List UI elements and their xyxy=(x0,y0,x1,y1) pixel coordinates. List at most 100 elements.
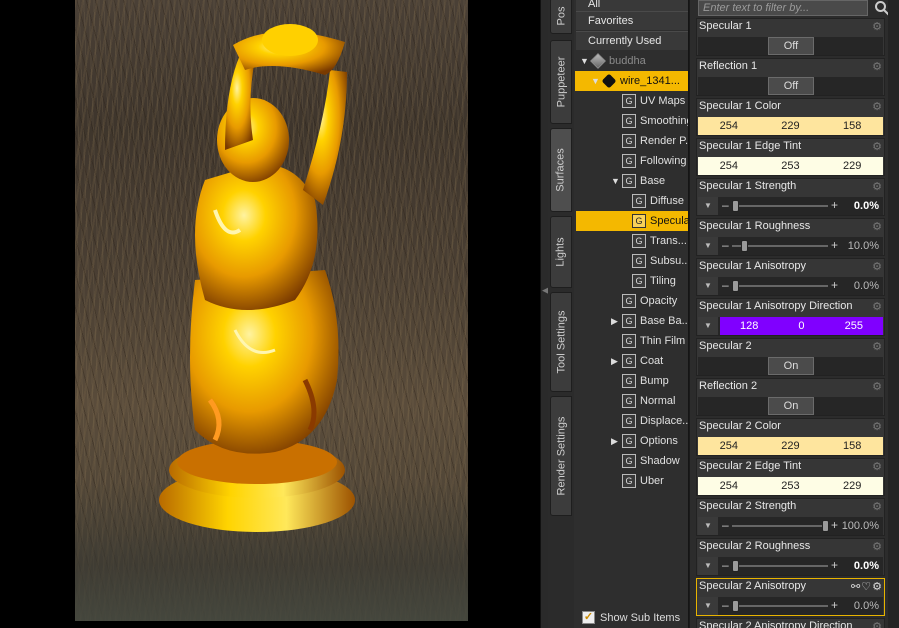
property-specular-1-edge-tint[interactable]: Specular 1 Edge Tint ⚙ 254 253 229 xyxy=(696,138,885,176)
decrement-icon[interactable]: – xyxy=(722,277,729,294)
gear-icon[interactable]: ⚙ xyxy=(871,501,883,513)
increment-icon[interactable]: + xyxy=(831,557,838,574)
tree-item[interactable]: ▶ G Options xyxy=(576,431,688,451)
show-sub-items-checkbox[interactable]: ✓ xyxy=(582,611,595,624)
property-specular-2-anisotropy[interactable]: Specular 2 Anisotropy ⚯♡⚙ ▼ – +0.0% xyxy=(696,578,885,616)
tree-item[interactable]: G UV Maps xyxy=(576,91,688,111)
tree-item[interactable]: G Render P... xyxy=(576,131,688,151)
property-control[interactable]: ▼ – +0.0% xyxy=(698,557,883,575)
property-control[interactable]: ▼ – +0.0% xyxy=(698,597,883,615)
tab-puppeteer[interactable]: Puppeteer xyxy=(550,40,572,124)
slider-track[interactable] xyxy=(732,205,828,207)
tree-item[interactable]: G Subsu... xyxy=(576,251,688,271)
slider-track[interactable] xyxy=(732,285,828,287)
slider-track[interactable] xyxy=(732,525,828,527)
dropdown-arrow-icon[interactable]: ▼ xyxy=(698,237,718,255)
property-specular-1-anisotropy[interactable]: Specular 1 Anisotropy ⚙ ▼ – +0.0% xyxy=(696,258,885,296)
slider-value[interactable]: 100.0% xyxy=(842,517,879,535)
property-control[interactable]: 254 253 229 xyxy=(698,157,883,175)
gear-icon[interactable]: ⚙ xyxy=(871,341,883,353)
show-sub-items-option[interactable]: ✓ Show Sub Items xyxy=(576,608,688,628)
property-specular-2-anisotropy-direction[interactable]: Specular 2 Anisotropy Direction ⚙ xyxy=(696,618,885,628)
property-specular-1[interactable]: Specular 1 ⚙ Off xyxy=(696,18,885,56)
gear-icon[interactable]: ⚙ xyxy=(871,301,883,313)
slider-value[interactable]: 0.0% xyxy=(854,197,879,215)
dropdown-arrow-icon[interactable]: ▼ xyxy=(698,197,718,215)
property-control[interactable]: 254 229 158 xyxy=(698,437,883,455)
slider-knob[interactable] xyxy=(732,560,739,572)
tree-item[interactable]: G Displace... xyxy=(576,411,688,431)
properties-scrollbar[interactable] xyxy=(888,0,899,628)
tab-render-settings[interactable]: Render Settings xyxy=(550,396,572,516)
collapsed-triangle-icon[interactable]: ▶ xyxy=(611,351,618,371)
property-control[interactable]: Off xyxy=(698,77,883,95)
property-reflection-2[interactable]: Reflection 2 ⚙ On xyxy=(696,378,885,416)
property-control[interactable]: 254 253 229 xyxy=(698,477,883,495)
gear-icon[interactable]: ⚙ xyxy=(871,61,883,73)
gear-icon[interactable]: ⚙ xyxy=(871,461,883,473)
tab-tool-settings[interactable]: Tool Settings xyxy=(550,292,572,392)
property-specular-2-strength[interactable]: Specular 2 Strength ⚙ ▼ – +100.0% xyxy=(696,498,885,536)
tree-item[interactable]: G Following xyxy=(576,151,688,171)
tree-item[interactable]: G Specular xyxy=(576,211,688,231)
property-specular-1-roughness[interactable]: Specular 1 Roughness ⚙ ▼ – +10.0% xyxy=(696,218,885,256)
gear-icon[interactable]: ⚙ xyxy=(871,141,883,153)
slider-knob[interactable] xyxy=(732,600,739,612)
property-control[interactable]: ▼ – +100.0% xyxy=(698,517,883,535)
slider-knob[interactable] xyxy=(732,280,739,292)
property-specular-1-color[interactable]: Specular 1 Color ⚙ 254 229 158 xyxy=(696,98,885,136)
property-control[interactable]: On xyxy=(698,397,883,415)
favorite-heart-icon[interactable]: ♡ xyxy=(861,581,872,593)
dropdown-arrow-icon[interactable]: ▼ xyxy=(698,517,718,535)
collapsed-triangle-icon[interactable]: ▶ xyxy=(611,311,618,331)
slider-knob[interactable] xyxy=(822,520,829,532)
increment-icon[interactable]: + xyxy=(831,237,838,254)
tree-item[interactable]: G Diffuse xyxy=(576,191,688,211)
dropdown-arrow-icon[interactable]: ▼ xyxy=(698,277,718,295)
panel-separator[interactable]: ◀ xyxy=(540,0,549,628)
tree-item[interactable]: G Trans... xyxy=(576,231,688,251)
gear-icon[interactable]: ⚙ xyxy=(871,261,883,273)
toggle-button[interactable]: On xyxy=(768,357,814,375)
tree-item[interactable]: G Uber xyxy=(576,471,688,491)
property-specular-1-anisotropy-direction[interactable]: Specular 1 Anisotropy Direction ⚙ ▼ 128 0 255 xyxy=(696,298,885,336)
tree-item[interactable]: ▼ buddha xyxy=(576,51,688,71)
color-swatch[interactable]: 254 229 158 xyxy=(698,437,883,455)
property-control[interactable]: ▼ 128 0 255 xyxy=(698,317,883,335)
gear-icon[interactable]: ⚙ xyxy=(871,181,883,193)
increment-icon[interactable]: + xyxy=(831,597,838,614)
tree-item[interactable]: G Thin Film xyxy=(576,331,688,351)
tree-item[interactable]: ▼ G Base xyxy=(576,171,688,191)
property-specular-2-color[interactable]: Specular 2 Color ⚙ 254 229 158 xyxy=(696,418,885,456)
toggle-button[interactable]: Off xyxy=(768,37,814,55)
decrement-icon[interactable]: – xyxy=(722,237,729,254)
color-swatch[interactable]: 254 229 158 xyxy=(698,117,883,135)
decrement-icon[interactable]: – xyxy=(722,557,729,574)
filter-currently-used[interactable]: Currently Used xyxy=(576,31,688,50)
color-swatch[interactable]: 254 253 229 xyxy=(698,477,883,495)
gear-icon[interactable]: ⚙ xyxy=(871,21,883,33)
toggle-button[interactable]: Off xyxy=(768,77,814,95)
tree-item[interactable]: G Shadow xyxy=(576,451,688,471)
gear-icon[interactable]: ⚙ xyxy=(871,541,883,553)
dropdown-arrow-icon[interactable]: ▼ xyxy=(698,317,718,335)
expanded-triangle-icon[interactable]: ▼ xyxy=(580,51,589,71)
gear-icon[interactable]: ⚙ xyxy=(871,221,883,233)
increment-icon[interactable]: + xyxy=(831,277,838,294)
decrement-icon[interactable]: – xyxy=(722,597,729,614)
slider-knob[interactable] xyxy=(741,240,748,252)
slider-value[interactable]: 0.0% xyxy=(854,597,879,615)
tab-lights[interactable]: Lights xyxy=(550,216,572,288)
decrement-icon[interactable]: – xyxy=(722,197,729,214)
property-specular-2-roughness[interactable]: Specular 2 Roughness ⚙ ▼ – +0.0% xyxy=(696,538,885,576)
viewport[interactable] xyxy=(0,0,544,628)
property-control[interactable]: On xyxy=(698,357,883,375)
property-control[interactable]: Off xyxy=(698,37,883,55)
property-specular-2-edge-tint[interactable]: Specular 2 Edge Tint ⚙ 254 253 229 xyxy=(696,458,885,496)
tree-item[interactable]: ▶ G Base Ba... xyxy=(576,311,688,331)
increment-icon[interactable]: + xyxy=(831,517,838,534)
dropdown-arrow-icon[interactable]: ▼ xyxy=(698,597,718,615)
slider-value[interactable]: 0.0% xyxy=(854,557,879,575)
slider-value[interactable]: 0.0% xyxy=(854,277,879,295)
slider-value[interactable]: 10.0% xyxy=(848,237,879,255)
